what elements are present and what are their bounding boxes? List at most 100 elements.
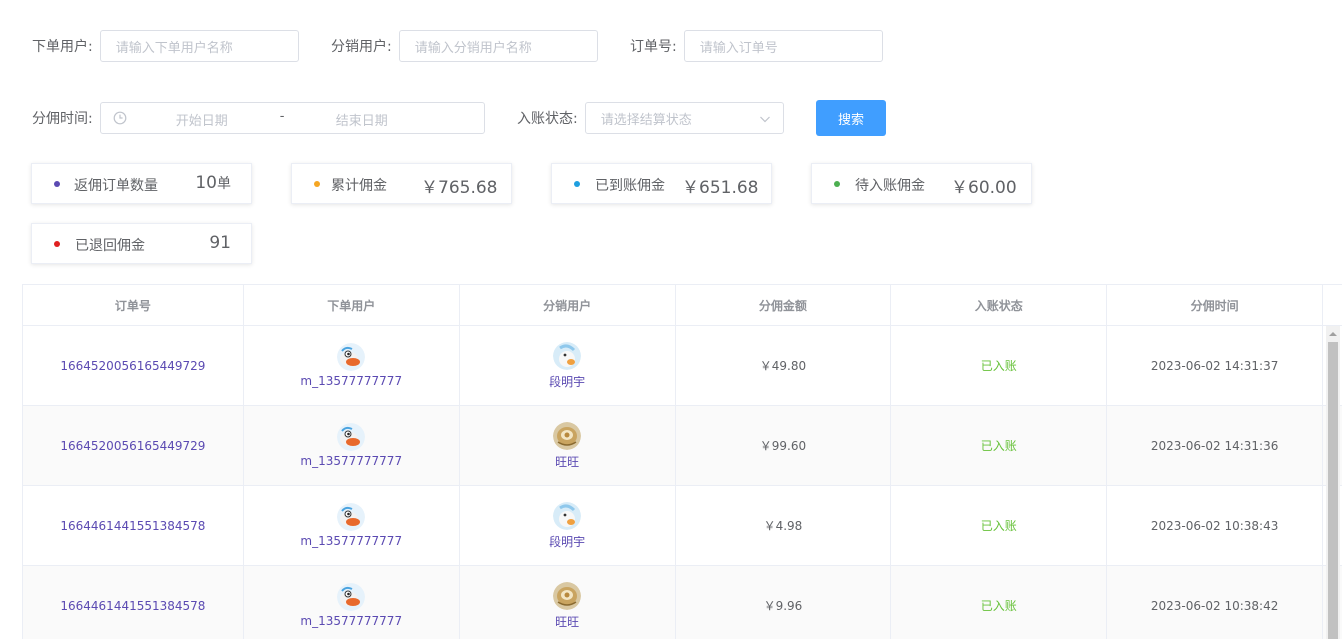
stat-title: 待入账佣金 [855, 178, 925, 194]
stat-dot-icon [574, 181, 580, 187]
amount-cell: ￥49.80 [676, 326, 892, 405]
stat-title: 已退回佣金 [75, 238, 145, 254]
order-no[interactable]: 1664461441551384578 [60, 519, 205, 533]
stat-value: 91 [209, 233, 231, 253]
order-no-cell: 1664461441551384578 [23, 486, 244, 565]
dist-user-field: 分销用户: 请输入分销用户名称 [331, 30, 598, 62]
order-user-cell: m_13577777777 [244, 326, 460, 405]
duck-avatar-icon [553, 341, 582, 370]
date-separator: - [279, 109, 285, 124]
dist-user-cell: 旺旺 [460, 566, 676, 639]
stat-dot-icon [54, 181, 60, 187]
scroll-up-arrow-icon[interactable] [1329, 330, 1337, 338]
status-placeholder: 请选择结算状态 [600, 112, 692, 128]
dist-user-label: 分销用户: [331, 39, 392, 55]
commission-time-label: 分佣时间: [32, 111, 93, 127]
duck-avatar-icon [553, 501, 582, 530]
status-badge: 已入账 [980, 599, 1017, 613]
status-select[interactable]: 请选择结算状态 [584, 102, 784, 134]
order-no-cell: 1664461441551384578 [23, 566, 244, 639]
col-order-user: 下单用户 [244, 285, 460, 325]
order-no[interactable]: 1664520056165449729 [60, 359, 205, 373]
dist-user-cell: 段明宇 [460, 486, 676, 565]
table-row[interactable]: 1664520056165449729 m_13577777777 旺旺 ￥99… [23, 406, 1342, 486]
time-cell: 2023-06-02 14:31:37 [1107, 326, 1324, 405]
amount-cell: ￥9.96 [676, 566, 892, 639]
chevron-down-icon [759, 116, 770, 123]
stat-dot-icon [834, 181, 840, 187]
order-no[interactable]: 1664461441551384578 [60, 599, 205, 613]
scrollbar-thumb[interactable] [1328, 342, 1338, 639]
stat-dot-icon [54, 241, 60, 247]
col-dist-user: 分销用户 [460, 285, 676, 325]
dist-username: 旺旺 [555, 614, 580, 629]
table-header: 订单号 下单用户 分销用户 分佣金额 入账状态 分佣时间 [23, 285, 1342, 326]
commission-time-field: 分佣时间: 开始日期 - 结束日期 [32, 102, 485, 134]
stat-title: 累计佣金 [331, 178, 387, 194]
stat-unit: 单 [217, 176, 231, 192]
order-no-label: 订单号: [630, 39, 677, 55]
clock-icon [113, 111, 127, 125]
stat-card-received-commission: 已到账佣金 ￥651.68 [551, 163, 772, 204]
order-no-placeholder: 请输入订单号 [699, 40, 778, 56]
order-no-input[interactable]: 请输入订单号 [683, 30, 883, 62]
stat-dot-icon [314, 181, 320, 187]
stat-card-returned-commission: 已退回佣金 91 [31, 223, 252, 264]
order-username: m_13577777777 [300, 534, 403, 548]
stat-card-total-commission: 累计佣金 ￥765.68 [291, 163, 512, 204]
table-scrollbar[interactable] [1326, 326, 1340, 639]
col-amount: 分佣金额 [676, 285, 892, 325]
dist-user-placeholder: 请输入分销用户名称 [414, 40, 532, 56]
stat-card-pending-commission: 待入账佣金 ￥60.00 [811, 163, 1032, 204]
duck-avatar-icon [337, 423, 366, 451]
status-label: 入账状态: [517, 111, 578, 127]
order-no[interactable]: 1664520056165449729 [60, 439, 205, 453]
order-user-label: 下单用户: [32, 39, 93, 55]
dist-username: 段明宇 [549, 534, 586, 549]
dist-user-cell: 段明宇 [460, 326, 676, 405]
commission-table: 订单号 下单用户 分销用户 分佣金额 入账状态 分佣时间 16645200561… [22, 284, 1342, 639]
stat-number: 10 [195, 173, 217, 193]
col-time: 分佣时间 [1107, 285, 1324, 325]
col-gutter [1323, 285, 1342, 325]
order-user-cell: m_13577777777 [244, 406, 460, 485]
date-range-picker[interactable]: 开始日期 - 结束日期 [99, 102, 485, 134]
search-button[interactable]: 搜索 [816, 100, 886, 136]
order-username: m_13577777777 [300, 454, 403, 468]
status-badge: 已入账 [980, 359, 1017, 373]
status-field: 入账状态: 请选择结算状态 [517, 102, 784, 134]
table-row[interactable]: 1664461441551384578 m_13577777777 旺旺 ￥9.… [23, 566, 1342, 639]
col-status: 入账状态 [891, 285, 1108, 325]
duck-avatar-icon [337, 583, 366, 611]
time-cell: 2023-06-02 10:38:43 [1107, 486, 1324, 565]
stat-value: ￥765.68 [421, 178, 498, 198]
dist-username: 旺旺 [555, 454, 580, 469]
status-cell: 已入账 [891, 566, 1108, 639]
amount-cell: ￥4.98 [676, 486, 892, 565]
stat-card-order-count: 返佣订单数量 10单 [31, 163, 252, 204]
bread-avatar-icon [553, 581, 582, 610]
bread-avatar-icon [553, 421, 582, 450]
duck-avatar-icon [337, 503, 366, 531]
order-user-input[interactable]: 请输入下单用户名称 [99, 30, 299, 62]
table-row[interactable]: 1664461441551384578 m_13577777777 段明宇 ￥4… [23, 486, 1342, 566]
order-user-cell: m_13577777777 [244, 566, 460, 639]
dist-username: 段明宇 [549, 374, 586, 389]
start-date-placeholder[interactable]: 开始日期 [176, 110, 228, 129]
time-cell: 2023-06-02 14:31:36 [1107, 406, 1324, 485]
end-date-placeholder[interactable]: 结束日期 [336, 110, 388, 129]
duck-avatar-icon [337, 343, 366, 371]
stat-value: ￥60.00 [951, 178, 1017, 198]
table-row[interactable]: 1664520056165449729 m_13577777777 段明宇 ￥4… [23, 326, 1342, 406]
status-cell: 已入账 [891, 326, 1108, 405]
order-no-cell: 1664520056165449729 [23, 406, 244, 485]
dist-user-input[interactable]: 请输入分销用户名称 [398, 30, 598, 62]
status-badge: 已入账 [980, 519, 1017, 533]
stat-value: ￥651.68 [682, 178, 759, 198]
dist-user-cell: 旺旺 [460, 406, 676, 485]
order-no-cell: 1664520056165449729 [23, 326, 244, 405]
status-cell: 已入账 [891, 486, 1108, 565]
status-badge: 已入账 [980, 439, 1017, 453]
time-cell: 2023-06-02 10:38:42 [1107, 566, 1324, 639]
status-cell: 已入账 [891, 406, 1108, 485]
